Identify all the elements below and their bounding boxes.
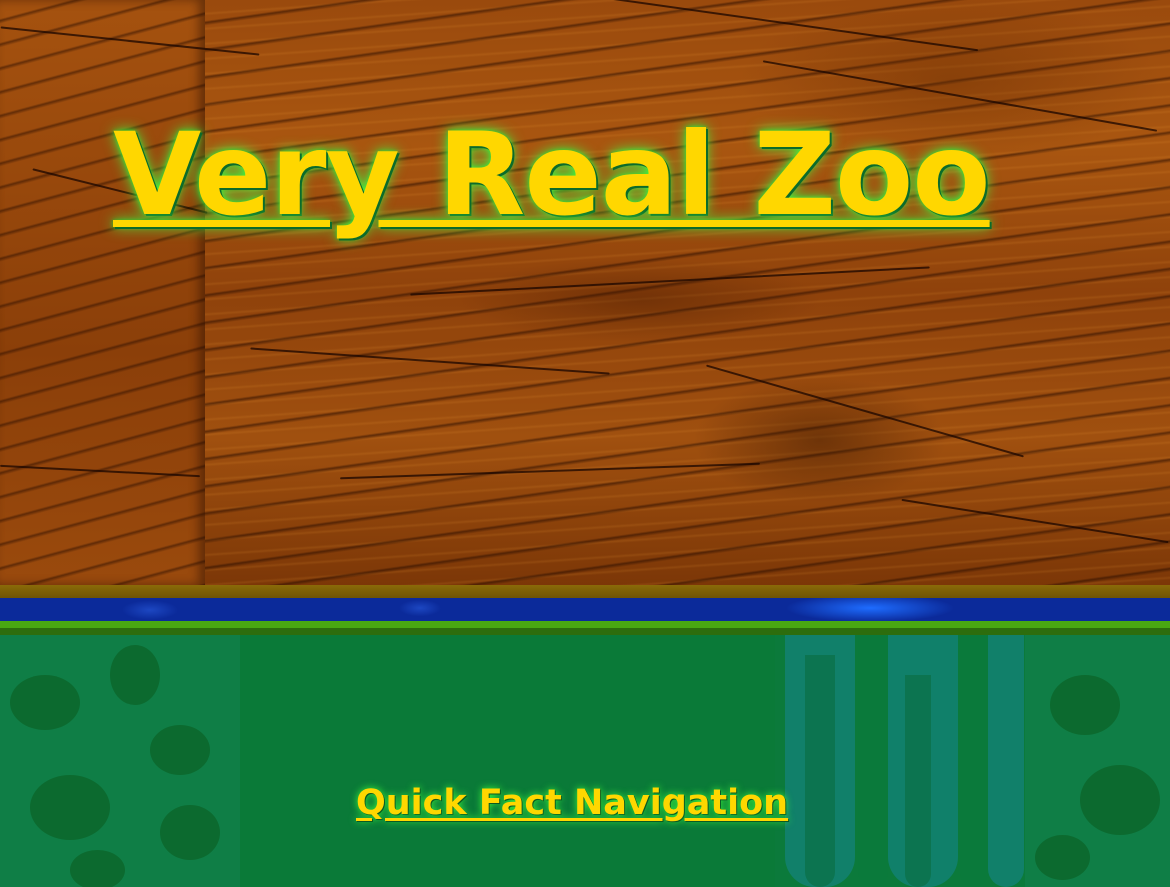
jungle-mid-panel [240,635,775,887]
stripe-pattern [960,635,988,887]
stripe-pattern [858,635,888,887]
wood-crack [340,462,760,480]
spot-pattern [1080,765,1160,835]
jungle-footer-background [0,635,1170,887]
wood-crack [410,266,930,296]
spot-pattern [1035,835,1090,880]
green-divider-band [0,621,1170,635]
stripe-pattern [988,635,1024,887]
wood-crack [706,364,1024,458]
spot-pattern [10,675,80,730]
spot-pattern [150,725,210,775]
stripe-pattern [805,655,835,887]
wood-crack [250,347,610,375]
wood-header-background [0,0,1170,585]
stripe-pattern [905,675,931,887]
spot-pattern [110,645,160,705]
quick-fact-navigation-link[interactable]: Quick Fact Navigation [356,786,788,821]
spot-pattern [70,850,125,887]
spot-pattern [160,805,220,860]
site-title-link[interactable]: Very Real Zoo [113,118,991,232]
gold-divider-band [0,585,1170,598]
spot-pattern [1050,675,1120,735]
wood-crack [561,0,979,52]
spot-pattern [30,775,110,840]
wood-left-panel [0,0,205,585]
blue-divider-band [0,598,1170,621]
wood-crack [901,498,1169,544]
